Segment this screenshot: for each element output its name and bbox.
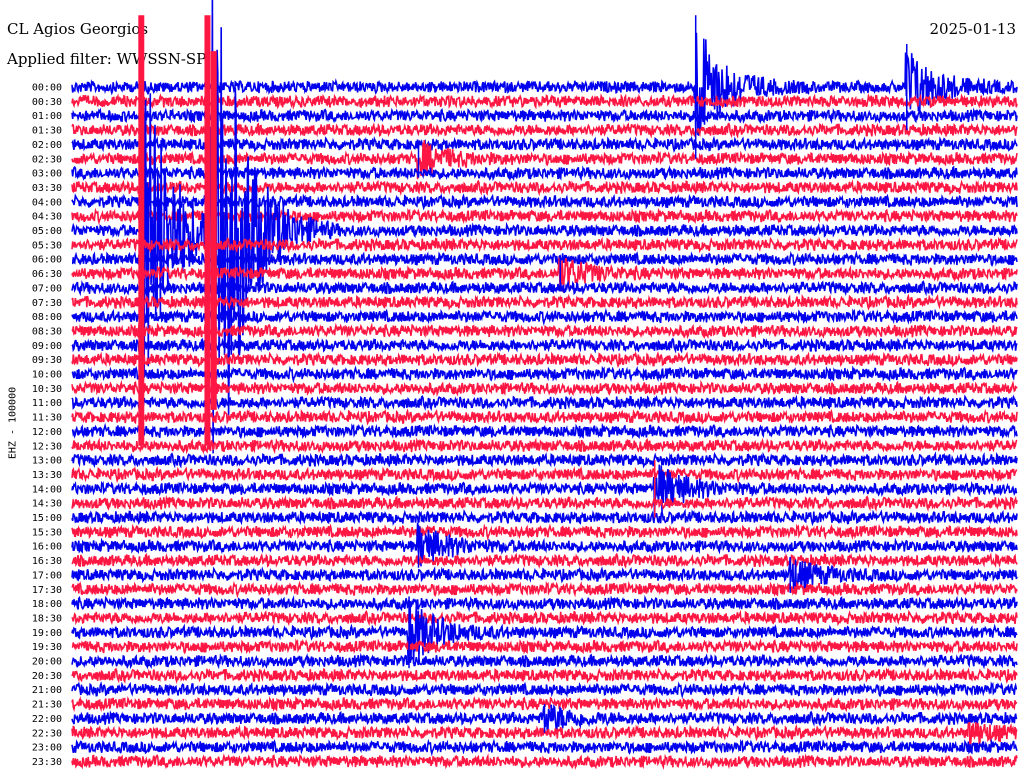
row-time-label: 16:00 <box>32 542 62 553</box>
row-time-label: 21:00 <box>32 685 62 696</box>
row-time-label: 17:30 <box>32 585 62 596</box>
row-time-label: 13:00 <box>32 456 62 467</box>
row-time-label: 18:30 <box>32 613 62 624</box>
row-time-label: 19:30 <box>32 642 62 653</box>
row-time-label: 10:30 <box>32 384 62 395</box>
row-time-label: 01:00 <box>32 111 62 122</box>
seismic-trace-row <box>71 753 1018 770</box>
seismic-trace-row <box>71 523 1018 542</box>
seismic-trace-row <box>71 738 1018 757</box>
seismic-trace-row <box>71 681 1018 700</box>
seismic-trace-row <box>71 465 1018 484</box>
row-time-label: 00:00 <box>32 83 62 94</box>
row-time-label: 09:30 <box>32 355 62 366</box>
row-time-label: 06:30 <box>32 269 62 280</box>
seismic-trace-row <box>71 451 1018 469</box>
row-time-label: 03:00 <box>32 169 62 180</box>
row-time-label: 12:00 <box>32 427 62 438</box>
row-time-label: 11:30 <box>32 413 62 424</box>
row-time-label: 12:30 <box>32 441 62 452</box>
seismic-trace-row <box>71 667 1018 685</box>
seismic-trace-row <box>71 652 1018 670</box>
row-time-label: 02:00 <box>32 140 62 151</box>
row-time-label: 10:00 <box>32 370 62 381</box>
row-time-label: 15:00 <box>32 513 62 524</box>
row-time-label: 04:00 <box>32 197 62 208</box>
row-time-label: 23:30 <box>32 757 62 768</box>
seismic-trace-row <box>71 594 1018 612</box>
row-time-label: 06:00 <box>32 255 62 266</box>
seismic-trace-row <box>71 494 1018 513</box>
row-time-label: 22:30 <box>32 728 62 739</box>
row-time-label: 05:30 <box>32 240 62 251</box>
seismic-trace-row <box>71 609 1018 627</box>
row-time-label: 00:30 <box>32 97 62 108</box>
row-time-label: 20:00 <box>32 657 62 668</box>
row-time-label: 07:30 <box>32 298 62 309</box>
row-time-label: 18:00 <box>32 599 62 610</box>
row-time-label: 16:30 <box>32 556 62 567</box>
row-time-label: 13:30 <box>32 470 62 481</box>
seismic-trace-row <box>71 552 1018 569</box>
row-time-label: 15:30 <box>32 527 62 538</box>
row-time-label: 20:30 <box>32 671 62 682</box>
row-time-label: 21:30 <box>32 700 62 711</box>
row-time-label: 19:00 <box>32 628 62 639</box>
row-time-label: 23:00 <box>32 743 62 754</box>
row-time-label: 17:00 <box>32 570 62 581</box>
row-time-label: 02:30 <box>32 154 62 165</box>
row-time-label: 08:30 <box>32 326 62 337</box>
row-time-label: 11:00 <box>32 398 62 409</box>
seismic-trace-row <box>71 508 1018 527</box>
row-time-label: 07:00 <box>32 283 62 294</box>
row-time-label: 14:30 <box>32 499 62 510</box>
row-time-label: 09:00 <box>32 341 62 352</box>
seismic-trace-row <box>71 638 1018 655</box>
row-time-label: 22:00 <box>32 714 62 725</box>
row-time-label: 14:00 <box>32 484 62 495</box>
row-time-label: 01:30 <box>32 126 62 137</box>
row-time-label: 08:00 <box>32 312 62 323</box>
row-time-label: 05:00 <box>32 226 62 237</box>
seismic-trace-row <box>71 603 1018 664</box>
helicorder-plot: 00:00 00:30 01:00 01:30 02:00 02:30 03:00 03:30… <box>32 0 1018 770</box>
row-time-label: 04:30 <box>32 212 62 223</box>
seismic-trace-row <box>71 580 1018 599</box>
row-time-label: 03:30 <box>32 183 62 194</box>
